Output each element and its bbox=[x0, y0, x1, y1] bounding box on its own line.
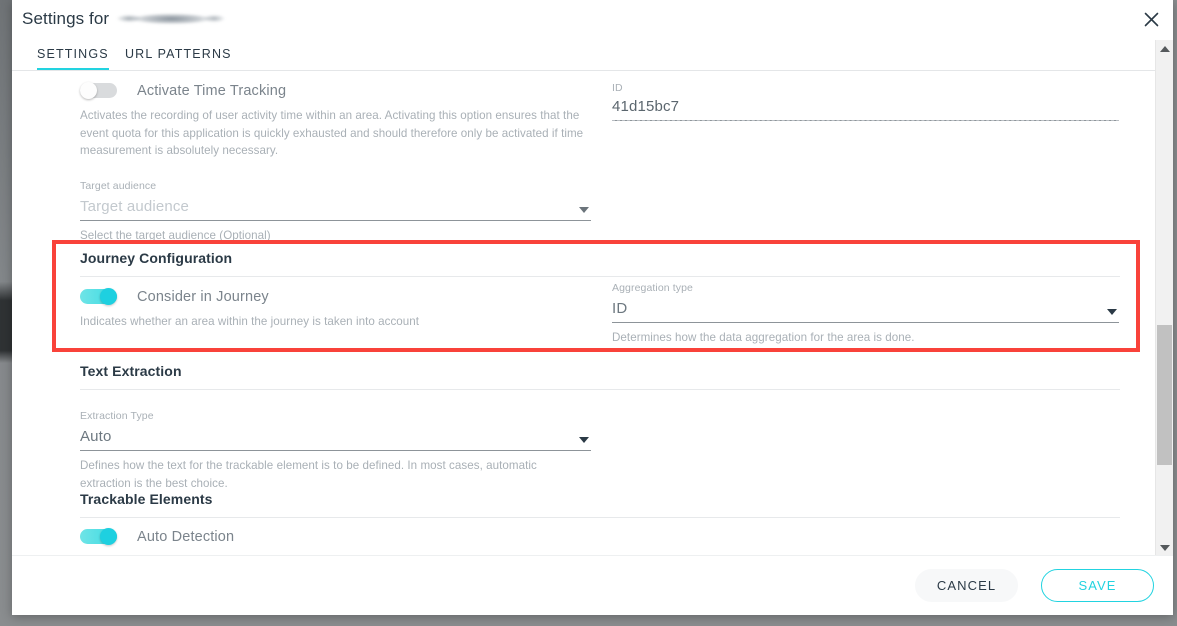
toggle-knob bbox=[80, 82, 97, 99]
journey-configuration-section: Journey Configuration bbox=[80, 250, 1120, 266]
page-title-prefix: Settings for bbox=[22, 9, 110, 28]
aggregation-type-hint: Determines how the data aggregation for … bbox=[612, 331, 915, 344]
extraction-type-field: Extraction Type Auto Defines how the tex… bbox=[80, 410, 591, 492]
chevron-down-icon[interactable] bbox=[579, 437, 589, 443]
time-tracking-toggle-row[interactable]: Activate Time Tracking bbox=[80, 82, 591, 99]
trackable-elements-title: Trackable Elements bbox=[80, 491, 213, 507]
dialog-footer: CANCEL SAVE bbox=[12, 555, 1173, 615]
aggregation-type-field: Aggregation type ID Determines how the d… bbox=[612, 282, 1119, 347]
auto-detection-toggle-row[interactable]: Auto Detection bbox=[80, 528, 1120, 545]
toggle-knob bbox=[100, 288, 117, 305]
journey-section-divider bbox=[80, 276, 1120, 277]
id-field: ID 41d15bc7 bbox=[612, 82, 1119, 121]
id-field-value: 41d15bc7 bbox=[612, 98, 680, 115]
auto-detection-toggle[interactable] bbox=[80, 528, 117, 545]
target-audience-hint: Select the target audience (Optional) bbox=[80, 229, 271, 242]
content-scrollbar[interactable] bbox=[1155, 40, 1173, 556]
toggle-knob bbox=[100, 528, 117, 545]
extraction-type-underline bbox=[80, 450, 591, 451]
extraction-type-select[interactable]: Auto bbox=[80, 426, 591, 451]
consider-in-journey-description: Indicates whether an area within the jou… bbox=[80, 315, 420, 328]
text-extraction-divider bbox=[80, 389, 1120, 390]
time-tracking-field: Activate Time Tracking Activates the rec… bbox=[80, 82, 591, 160]
aggregation-type-value[interactable]: ID bbox=[612, 298, 1119, 320]
target-audience-input[interactable]: Target audience bbox=[80, 196, 591, 218]
settings-scroll-viewport: Activate Time Tracking Activates the rec… bbox=[12, 70, 1149, 556]
save-button[interactable]: SAVE bbox=[1041, 569, 1154, 602]
page-title-redacted-name bbox=[115, 10, 234, 28]
auto-detection-field: Auto Detection Automatic recognition of … bbox=[80, 528, 1120, 556]
settings-dialog: Settings for SETTINGS URL PATTERNS Activ… bbox=[12, 0, 1173, 615]
consider-in-journey-toggle-row[interactable]: Consider in Journey bbox=[80, 288, 591, 305]
time-tracking-toggle[interactable] bbox=[80, 82, 117, 99]
triangle-up-icon[interactable] bbox=[1156, 40, 1173, 57]
page-title: Settings for bbox=[22, 9, 234, 29]
dialog-header: Settings for bbox=[12, 0, 1173, 39]
extraction-type-value[interactable]: Auto bbox=[80, 426, 591, 448]
consider-in-journey-label: Consider in Journey bbox=[137, 288, 269, 305]
tab-url-patterns[interactable]: URL PATTERNS bbox=[125, 39, 232, 70]
cancel-button[interactable]: CANCEL bbox=[915, 569, 1018, 602]
chevron-down-icon[interactable] bbox=[579, 207, 589, 213]
target-audience-field: Target audience Target audience Select t… bbox=[80, 180, 591, 245]
aggregation-type-select[interactable]: ID bbox=[612, 298, 1119, 323]
journey-configuration-title: Journey Configuration bbox=[80, 250, 233, 266]
auto-detection-label: Auto Detection bbox=[137, 528, 235, 545]
trackable-elements-section: Trackable Elements bbox=[80, 491, 1120, 507]
target-audience-underline bbox=[80, 220, 591, 221]
extraction-type-hint: Defines how the text for the trackable e… bbox=[80, 459, 537, 490]
tab-bar: SETTINGS URL PATTERNS bbox=[12, 39, 1173, 71]
text-extraction-section: Text Extraction bbox=[80, 363, 1120, 379]
consider-in-journey-toggle[interactable] bbox=[80, 288, 117, 305]
scrollbar-thumb[interactable] bbox=[1157, 325, 1172, 465]
backdrop-edge-strip bbox=[0, 0, 12, 626]
time-tracking-label: Activate Time Tracking bbox=[137, 82, 287, 99]
time-tracking-description: Activates the recording of user activity… bbox=[80, 109, 584, 157]
extraction-type-label: Extraction Type bbox=[80, 410, 154, 422]
text-extraction-title: Text Extraction bbox=[80, 363, 182, 379]
aggregation-type-label: Aggregation type bbox=[612, 282, 693, 294]
trackable-elements-divider bbox=[80, 517, 1120, 518]
id-field-underline bbox=[612, 120, 1119, 121]
target-audience-label: Target audience bbox=[80, 180, 157, 192]
close-icon[interactable] bbox=[1136, 4, 1166, 34]
tab-settings[interactable]: SETTINGS bbox=[37, 39, 109, 70]
chevron-down-icon[interactable] bbox=[1107, 309, 1117, 315]
consider-in-journey-field: Consider in Journey Indicates whether an… bbox=[80, 288, 591, 331]
id-field-label: ID bbox=[612, 82, 623, 94]
id-field-control: 41d15bc7 bbox=[612, 96, 1119, 121]
target-audience-select[interactable]: Target audience bbox=[80, 196, 591, 221]
aggregation-type-underline bbox=[612, 322, 1119, 323]
triangle-down-icon[interactable] bbox=[1156, 539, 1173, 556]
